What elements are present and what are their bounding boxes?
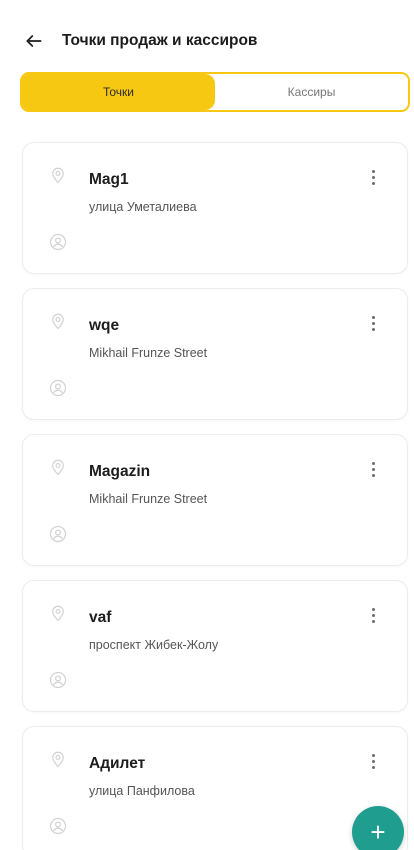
point-address: Mikhail Frunze Street bbox=[89, 492, 208, 506]
more-options-button[interactable] bbox=[363, 749, 383, 773]
location-pin-icon bbox=[49, 165, 67, 185]
point-card[interactable]: Адилет улица Панфилова bbox=[22, 726, 408, 850]
user-icon bbox=[49, 671, 67, 689]
point-address: улица Уметалиева bbox=[89, 200, 197, 214]
point-card[interactable]: Mag1 улица Уметалиева bbox=[22, 142, 408, 274]
user-icon bbox=[49, 817, 67, 835]
location-pin-icon bbox=[49, 311, 67, 331]
point-address: Mikhail Frunze Street bbox=[89, 346, 208, 360]
point-card[interactable]: Magazin Mikhail Frunze Street bbox=[22, 434, 408, 566]
add-point-button[interactable]: + bbox=[352, 806, 404, 850]
point-name: vaf bbox=[89, 609, 112, 626]
user-icon bbox=[49, 233, 67, 251]
tab-points[interactable]: Точки bbox=[22, 74, 215, 110]
point-address: проспект Жибек-Жолу bbox=[89, 638, 219, 652]
tab-cashiers[interactable]: Кассиры bbox=[215, 74, 408, 110]
tab-switcher: Точки Кассиры bbox=[20, 72, 410, 112]
user-icon bbox=[49, 525, 67, 543]
point-address: улица Панфилова bbox=[89, 784, 195, 798]
location-pin-icon bbox=[49, 749, 67, 769]
points-list: Mag1 улица Уметалиева wqe Mikhail Frunze… bbox=[22, 142, 408, 850]
back-button[interactable] bbox=[22, 29, 46, 53]
more-options-button[interactable] bbox=[363, 603, 383, 627]
point-name: Mag1 bbox=[89, 171, 129, 188]
point-card[interactable]: vaf проспект Жибек-Жолу bbox=[22, 580, 408, 712]
location-pin-icon bbox=[49, 603, 67, 623]
more-options-button[interactable] bbox=[363, 165, 383, 189]
point-name: Magazin bbox=[89, 463, 151, 480]
app-header: Точки продаж и кассиров bbox=[22, 26, 392, 56]
user-icon bbox=[49, 379, 67, 397]
arrow-left-icon bbox=[26, 35, 42, 47]
location-pin-icon bbox=[49, 457, 67, 477]
page-title: Точки продаж и кассиров bbox=[62, 32, 258, 49]
point-name: Адилет bbox=[89, 755, 146, 772]
more-options-button[interactable] bbox=[363, 457, 383, 481]
more-options-button[interactable] bbox=[363, 311, 383, 335]
point-name: wqe bbox=[89, 317, 120, 334]
point-card[interactable]: wqe Mikhail Frunze Street bbox=[22, 288, 408, 420]
